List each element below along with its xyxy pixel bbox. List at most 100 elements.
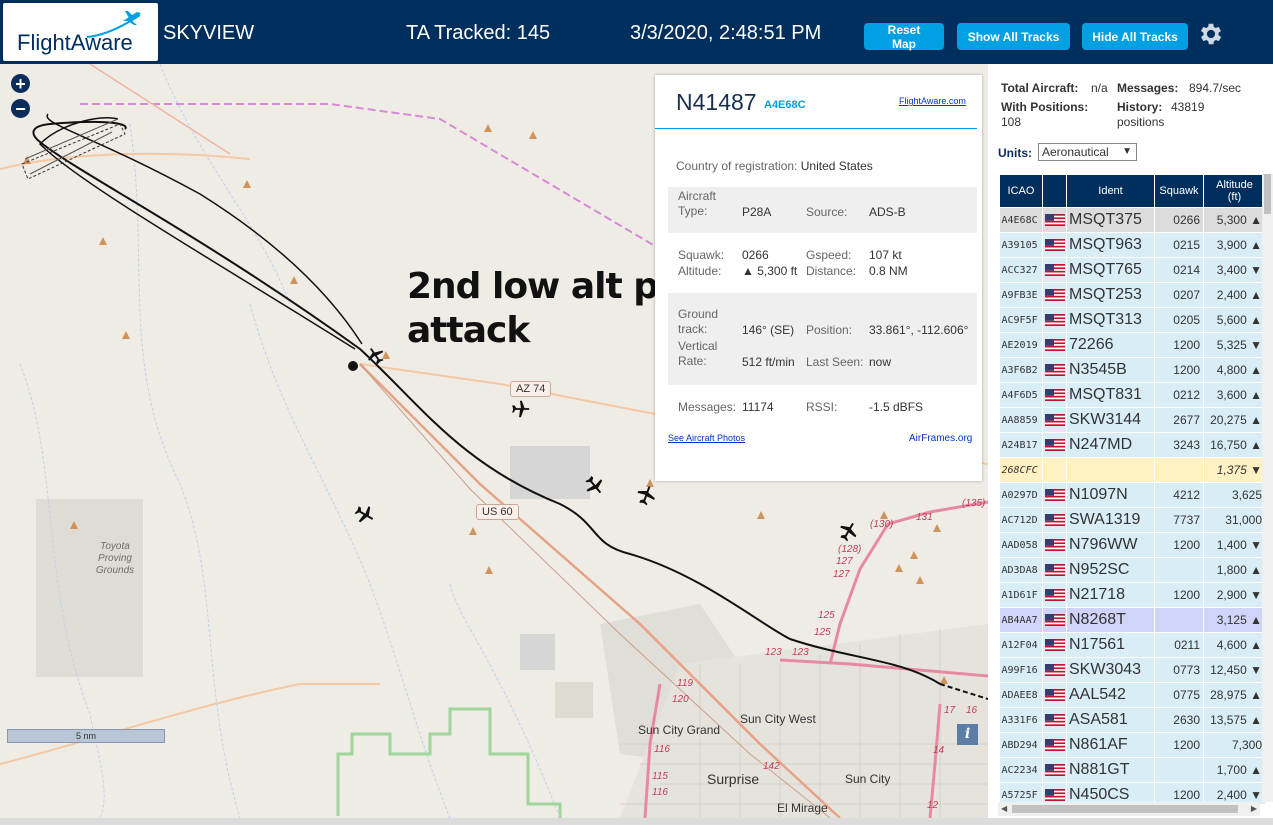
top-header: FlightAware SKYVIEW TA Tracked: 145 3/3/… bbox=[0, 0, 1273, 64]
row-squawk: 1200 bbox=[1154, 357, 1204, 383]
road-number: 127 bbox=[836, 556, 853, 567]
history-label: History: bbox=[1117, 100, 1163, 114]
row-altitude: 12,450 ▼ bbox=[1203, 657, 1265, 683]
country-row: Country of registration: United States bbox=[676, 159, 873, 174]
table-row[interactable]: A9FB3E MSQT253 0207 2,400 ▲ bbox=[999, 282, 1265, 308]
table-row[interactable]: ACC327 MSQT765 0214 3,400 ▼ bbox=[999, 257, 1265, 283]
squawk-value: 0266 bbox=[742, 248, 769, 262]
row-altitude: 3,400 ▼ bbox=[1203, 257, 1265, 283]
flightaware-link[interactable]: FlightAware.com bbox=[899, 96, 966, 106]
table-row[interactable]: AD3DA8 N952SC 1,800 ▲ bbox=[999, 557, 1265, 583]
airframes-link[interactable]: AirFrames.org bbox=[909, 433, 972, 444]
row-altitude: 1,700 ▲ bbox=[1203, 757, 1265, 783]
table-row[interactable]: A0297D N1097N 4212 3,625 bbox=[999, 482, 1265, 508]
aircraft-icon[interactable] bbox=[582, 473, 606, 497]
table-row[interactable]: AB4AA7 N8268T 3,125 ▲ bbox=[999, 607, 1265, 633]
table-row[interactable]: A39105 MSQT963 0215 3,900 ▲ bbox=[999, 232, 1265, 258]
row-flag bbox=[1042, 782, 1067, 804]
flightaware-logo[interactable]: FlightAware bbox=[3, 3, 158, 61]
row-flag bbox=[1042, 457, 1067, 483]
row-squawk bbox=[1154, 757, 1204, 783]
row-squawk: 1200 bbox=[1154, 332, 1204, 358]
row-ident: MSQT375 bbox=[1066, 207, 1155, 233]
hide-all-tracks-button[interactable]: Hide All Tracks bbox=[1082, 23, 1188, 50]
vertical-scrollbar[interactable] bbox=[1262, 174, 1273, 802]
table-row[interactable]: A99F16 SKW3043 0773 12,450 ▼ bbox=[999, 657, 1265, 683]
col-header-squawk[interactable]: Squawk bbox=[1154, 174, 1204, 208]
col-header-flag[interactable] bbox=[1042, 174, 1067, 208]
table-row[interactable]: AC2234 N881GT 1,700 ▲ bbox=[999, 757, 1265, 783]
row-ident: MSQT831 bbox=[1066, 382, 1155, 408]
gspeed-label: Gspeed: bbox=[806, 248, 852, 262]
gear-icon[interactable] bbox=[1197, 20, 1225, 48]
aircraft-icon[interactable] bbox=[352, 502, 376, 526]
row-icao: 268CFC bbox=[999, 457, 1043, 483]
vertical-scrollbar-thumb[interactable] bbox=[1264, 174, 1271, 214]
aircraft-photos-link[interactable]: See Aircraft Photos bbox=[668, 433, 745, 443]
last-seen-value: now bbox=[869, 355, 892, 369]
table-row[interactable]: A331F6 ASA581 2630 13,575 ▲ bbox=[999, 707, 1265, 733]
map-info-button[interactable]: i bbox=[957, 724, 978, 745]
table-row[interactable]: AA8859 SKW3144 2677 20,275 ▲ bbox=[999, 407, 1265, 433]
table-row[interactable]: A24B17 N247MD 3243 16,750 ▲ bbox=[999, 432, 1265, 458]
aircraft-icon[interactable] bbox=[836, 520, 860, 544]
row-flag bbox=[1042, 332, 1067, 358]
zoom-out-button[interactable]: − bbox=[11, 99, 30, 118]
type-value: P28A bbox=[742, 205, 772, 219]
scroll-left-icon[interactable]: ◀ bbox=[1001, 804, 1007, 813]
row-altitude: 1,400 ▼ bbox=[1203, 532, 1265, 558]
vrate-label: Vertical Rate: bbox=[678, 339, 718, 368]
units-select[interactable]: Aeronautical ▼ bbox=[1038, 143, 1137, 161]
table-row[interactable]: AAD058 N796WW 1200 1,400 ▼ bbox=[999, 532, 1265, 558]
track-value: 146° (SE) bbox=[742, 323, 795, 337]
row-flag bbox=[1042, 307, 1067, 333]
table-row[interactable]: ADAEE8 AAL542 0775 28,975 ▲ bbox=[999, 682, 1265, 708]
source-value: ADS-B bbox=[869, 205, 906, 219]
show-all-tracks-button[interactable]: Show All Tracks bbox=[957, 23, 1070, 50]
table-row[interactable]: A1D61F N21718 1200 2,900 ▼ bbox=[999, 582, 1265, 608]
row-altitude: 5,325 ▼ bbox=[1203, 332, 1265, 358]
aircraft-icon[interactable] bbox=[634, 484, 658, 508]
row-icao: AC712D bbox=[999, 507, 1043, 533]
table-row[interactable]: A3F6B2 N3545B 1200 4,800 ▲ bbox=[999, 357, 1265, 383]
table-row[interactable]: ABD294 N861AF 1200 7,300 bbox=[999, 732, 1265, 758]
table-row[interactable]: A4F6D5 MSQT831 0212 3,600 ▲ bbox=[999, 382, 1265, 408]
road-number: 125 bbox=[818, 610, 835, 621]
reset-map-button[interactable]: Reset Map bbox=[864, 23, 944, 51]
row-altitude: 3,125 ▲ bbox=[1203, 607, 1265, 633]
table-row[interactable]: AC9F5F MSQT313 0205 5,600 ▲ bbox=[999, 307, 1265, 333]
row-squawk: 7737 bbox=[1154, 507, 1204, 533]
road-number: 115 bbox=[652, 771, 668, 782]
table-row[interactable]: AE2019 72266 1200 5,325 ▼ bbox=[999, 332, 1265, 358]
table-row[interactable]: A4E68C MSQT375 0266 5,300 ▲ bbox=[999, 207, 1265, 233]
col-header-altitude[interactable]: Altitude (ft) bbox=[1203, 174, 1265, 208]
scroll-right-icon[interactable]: ▶ bbox=[1251, 804, 1257, 813]
road-number: 131 bbox=[916, 512, 933, 523]
table-row[interactable]: AC712D SWA1319 7737 31,000 bbox=[999, 507, 1265, 533]
row-ident: N8268T bbox=[1066, 607, 1155, 633]
row-altitude: 16,750 ▲ bbox=[1203, 432, 1265, 458]
us-flag-icon bbox=[1045, 613, 1065, 626]
aircraft-table-wrapper[interactable]: ICAO Ident Squawk Altitude (ft) A4E68C MSQ… bbox=[999, 174, 1265, 804]
aircraft-icon[interactable] bbox=[508, 398, 532, 420]
row-icao: A5725F bbox=[999, 782, 1043, 804]
zoom-in-button[interactable]: + bbox=[11, 74, 30, 93]
table-row[interactable]: A5725F N450CS 1200 2,400 ▼ bbox=[999, 782, 1265, 804]
row-flag bbox=[1042, 532, 1067, 558]
horizontal-scrollbar[interactable]: ◀ ▶ bbox=[998, 802, 1260, 816]
col-header-ident[interactable]: Ident bbox=[1066, 174, 1155, 208]
table-row[interactable]: 268CFC 1,375 ▼ bbox=[999, 457, 1265, 483]
row-altitude: 5,600 ▲ bbox=[1203, 307, 1265, 333]
with-positions-value: 108 bbox=[1001, 115, 1022, 129]
popup-section-track: Ground track: 146° (SE) Position: 33.861°… bbox=[668, 293, 977, 385]
road-number: (128) bbox=[838, 544, 862, 555]
row-squawk: 0775 bbox=[1154, 682, 1204, 708]
road-number: 142 bbox=[763, 761, 780, 772]
aircraft-table-body: A4E68C MSQT375 0266 5,300 ▲ A39105 MSQT963 021… bbox=[999, 207, 1265, 804]
horizontal-scrollbar-thumb[interactable] bbox=[1012, 805, 1238, 813]
table-row[interactable]: A12F04 N17561 0211 4,600 ▲ bbox=[999, 632, 1265, 658]
aircraft-selected-icon[interactable] bbox=[363, 345, 389, 367]
app-title: SKYVIEW bbox=[163, 22, 255, 44]
col-header-icao[interactable]: ICAO bbox=[999, 174, 1043, 208]
place-label-surprise: Surprise bbox=[707, 771, 760, 787]
